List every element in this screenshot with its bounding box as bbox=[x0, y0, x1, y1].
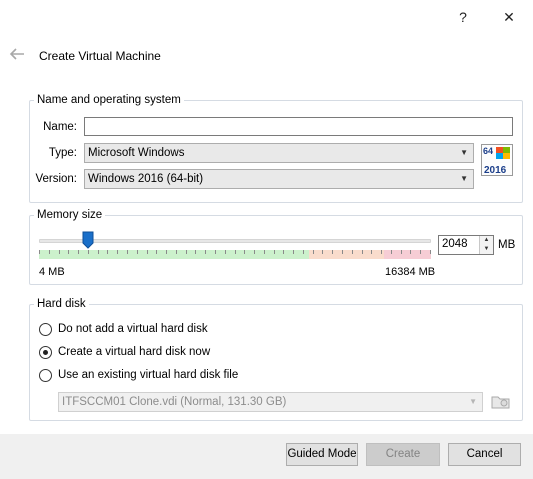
os-icon-bottom-text: 2016 bbox=[484, 165, 507, 176]
spin-arrows-icon[interactable]: ▲ ▼ bbox=[479, 236, 493, 254]
create-button: Create bbox=[366, 443, 440, 466]
memory-max-label: 16384 MB bbox=[385, 266, 436, 278]
os-icon-top-text: 64 bbox=[483, 146, 493, 156]
windows-2016-os-icon: 64 2016 bbox=[481, 144, 513, 176]
chevron-down-icon: ▼ bbox=[460, 148, 468, 157]
name-input[interactable] bbox=[84, 117, 513, 136]
existing-disk-value: ITFSCCM01 Clone.vdi (Normal, 131.30 GB) bbox=[62, 396, 287, 408]
memory-spinbox[interactable]: 2048 ▲ ▼ bbox=[438, 235, 494, 255]
radio-existing-disk-label[interactable]: Use an existing virtual hard disk file bbox=[58, 369, 238, 381]
hard-disk-group-title: Hard disk bbox=[34, 298, 89, 310]
close-button[interactable]: ✕ bbox=[494, 6, 524, 28]
version-select[interactable]: Windows 2016 (64-bit) ▼ bbox=[84, 169, 474, 189]
version-select-value: Windows 2016 (64-bit) bbox=[88, 173, 204, 185]
help-button[interactable]: ? bbox=[448, 6, 478, 28]
guided-mode-button[interactable]: Guided Mode bbox=[286, 443, 358, 466]
memory-slider-thumb[interactable] bbox=[82, 231, 94, 249]
name-label: Name: bbox=[43, 121, 77, 133]
memory-min-label: 4 MB bbox=[39, 266, 65, 278]
name-os-group-title: Name and operating system bbox=[34, 94, 184, 106]
chevron-down-icon: ▼ bbox=[469, 397, 477, 406]
chevron-down-icon: ▼ bbox=[460, 174, 468, 183]
radio-create-disk[interactable] bbox=[39, 346, 52, 359]
radio-no-disk-label[interactable]: Do not add a virtual hard disk bbox=[58, 323, 208, 335]
memory-group-title: Memory size bbox=[34, 209, 106, 221]
dialog-title: Create Virtual Machine bbox=[39, 49, 161, 63]
type-select[interactable]: Microsoft Windows ▼ bbox=[84, 143, 474, 163]
existing-disk-select: ITFSCCM01 Clone.vdi (Normal, 131.30 GB) … bbox=[58, 392, 483, 412]
version-label: Version: bbox=[35, 173, 77, 185]
memory-slider-track[interactable] bbox=[39, 239, 431, 243]
type-label: Type: bbox=[48, 147, 77, 159]
back-arrow-icon[interactable] bbox=[8, 46, 28, 64]
memory-value: 2048 bbox=[442, 238, 468, 250]
radio-no-disk[interactable] bbox=[39, 323, 52, 336]
radio-create-disk-label[interactable]: Create a virtual hard disk now bbox=[58, 346, 210, 358]
choose-disk-folder-icon bbox=[490, 391, 512, 411]
memory-unit-label: MB bbox=[498, 239, 516, 251]
cancel-button[interactable]: Cancel bbox=[448, 443, 521, 466]
memory-scale-ticks bbox=[39, 250, 431, 254]
type-select-value: Microsoft Windows bbox=[88, 147, 185, 159]
radio-existing-disk[interactable] bbox=[39, 369, 52, 382]
